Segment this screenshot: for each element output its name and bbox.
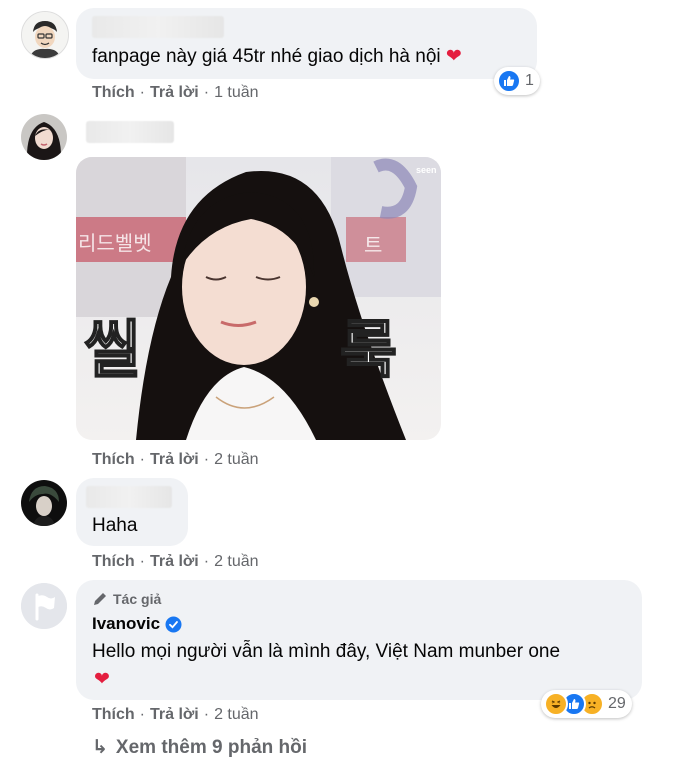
haha-icon <box>544 692 568 716</box>
reaction-count: 1 <box>525 72 534 89</box>
separator: · <box>139 451 145 468</box>
comment-text: fanpage này giá 45tr nhé giao dịch hà nộ… <box>92 45 462 68</box>
comment-text-content: fanpage này giá 45tr nhé giao dịch hà nộ… <box>92 46 441 67</box>
heart-emoji: ❤ <box>94 668 110 690</box>
separator: · <box>203 451 210 468</box>
verified-badge-icon <box>165 616 182 632</box>
sticker-sign-text-right: 트 <box>364 235 383 257</box>
comment-actions: Thích · Trả lời · 2 tuần <box>92 451 259 469</box>
reaction-summary[interactable]: 1 <box>494 67 540 95</box>
timestamp[interactable]: 2 tuần <box>214 553 258 570</box>
author-name-label: Ivanovic <box>92 614 161 633</box>
pencil-icon <box>94 593 106 605</box>
reply-button[interactable]: Trả lời <box>150 706 199 723</box>
separator: · <box>203 706 210 723</box>
sticker-caption-left: 씰 <box>83 312 142 387</box>
author-badge-label: Tác giả <box>113 591 162 607</box>
author-name-blurred[interactable] <box>86 486 172 508</box>
reply-arrow-icon: ↳ <box>92 737 108 758</box>
like-button[interactable]: Thích <box>92 451 135 468</box>
sticker-caption-right: 룩 <box>339 312 398 387</box>
like-button[interactable]: Thích <box>92 84 135 101</box>
author-name-blurred[interactable] <box>86 121 174 143</box>
comment-actions: Thích · Trả lời · 1 tuần <box>92 84 259 102</box>
profile-photo-icon <box>21 114 67 160</box>
commenter-avatar[interactable] <box>21 114 67 160</box>
timestamp[interactable]: 1 tuần <box>214 84 258 101</box>
timestamp[interactable]: 2 tuần <box>214 706 258 723</box>
reply-button[interactable]: Trả lời <box>150 451 199 468</box>
separator: · <box>139 706 145 723</box>
commenter-avatar[interactable] <box>21 11 69 59</box>
flag-icon <box>21 583 67 629</box>
separator: · <box>139 84 145 101</box>
timestamp[interactable]: 2 tuần <box>214 451 258 468</box>
author-badge: Tác giả <box>92 591 161 607</box>
reaction-summary[interactable]: 29 <box>541 690 632 718</box>
like-button[interactable]: Thích <box>92 706 135 723</box>
comment-text: Hello mọi người vẫn là mình đây, Việt Na… <box>92 641 561 662</box>
cartoon-face-icon <box>22 12 68 58</box>
page-avatar[interactable] <box>21 583 67 629</box>
reply-button[interactable]: Trả lời <box>150 553 199 570</box>
sticker-image[interactable]: seen 리드벨벳 트 씰 룩 <box>76 157 441 440</box>
sticker-sign-text-left: 리드벨벳 <box>78 233 152 255</box>
sticker-watermark: seen <box>416 165 437 175</box>
like-button[interactable]: Thích <box>92 553 135 570</box>
commenter-avatar[interactable] <box>21 480 67 526</box>
separator: · <box>203 553 210 570</box>
reply-button[interactable]: Trả lời <box>150 84 199 101</box>
reaction-count: 29 <box>608 695 626 712</box>
heart-emoji: ❤ <box>445 45 462 67</box>
comment-text: Haha <box>92 515 138 536</box>
comment-actions: Thích · Trả lời · 2 tuần <box>92 553 259 571</box>
like-icon <box>497 69 521 93</box>
profile-photo-icon <box>21 480 67 526</box>
separator: · <box>139 553 145 570</box>
author-name-blurred[interactable] <box>92 16 224 38</box>
comment-actions: Thích · Trả lời · 2 tuần <box>92 706 259 724</box>
author-name[interactable]: Ivanovic <box>92 614 182 634</box>
view-more-replies-label: Xem thêm 9 phản hồi <box>115 737 308 758</box>
view-more-replies-link[interactable]: ↳ Xem thêm 9 phản hồi <box>92 736 307 759</box>
separator: · <box>203 84 210 101</box>
